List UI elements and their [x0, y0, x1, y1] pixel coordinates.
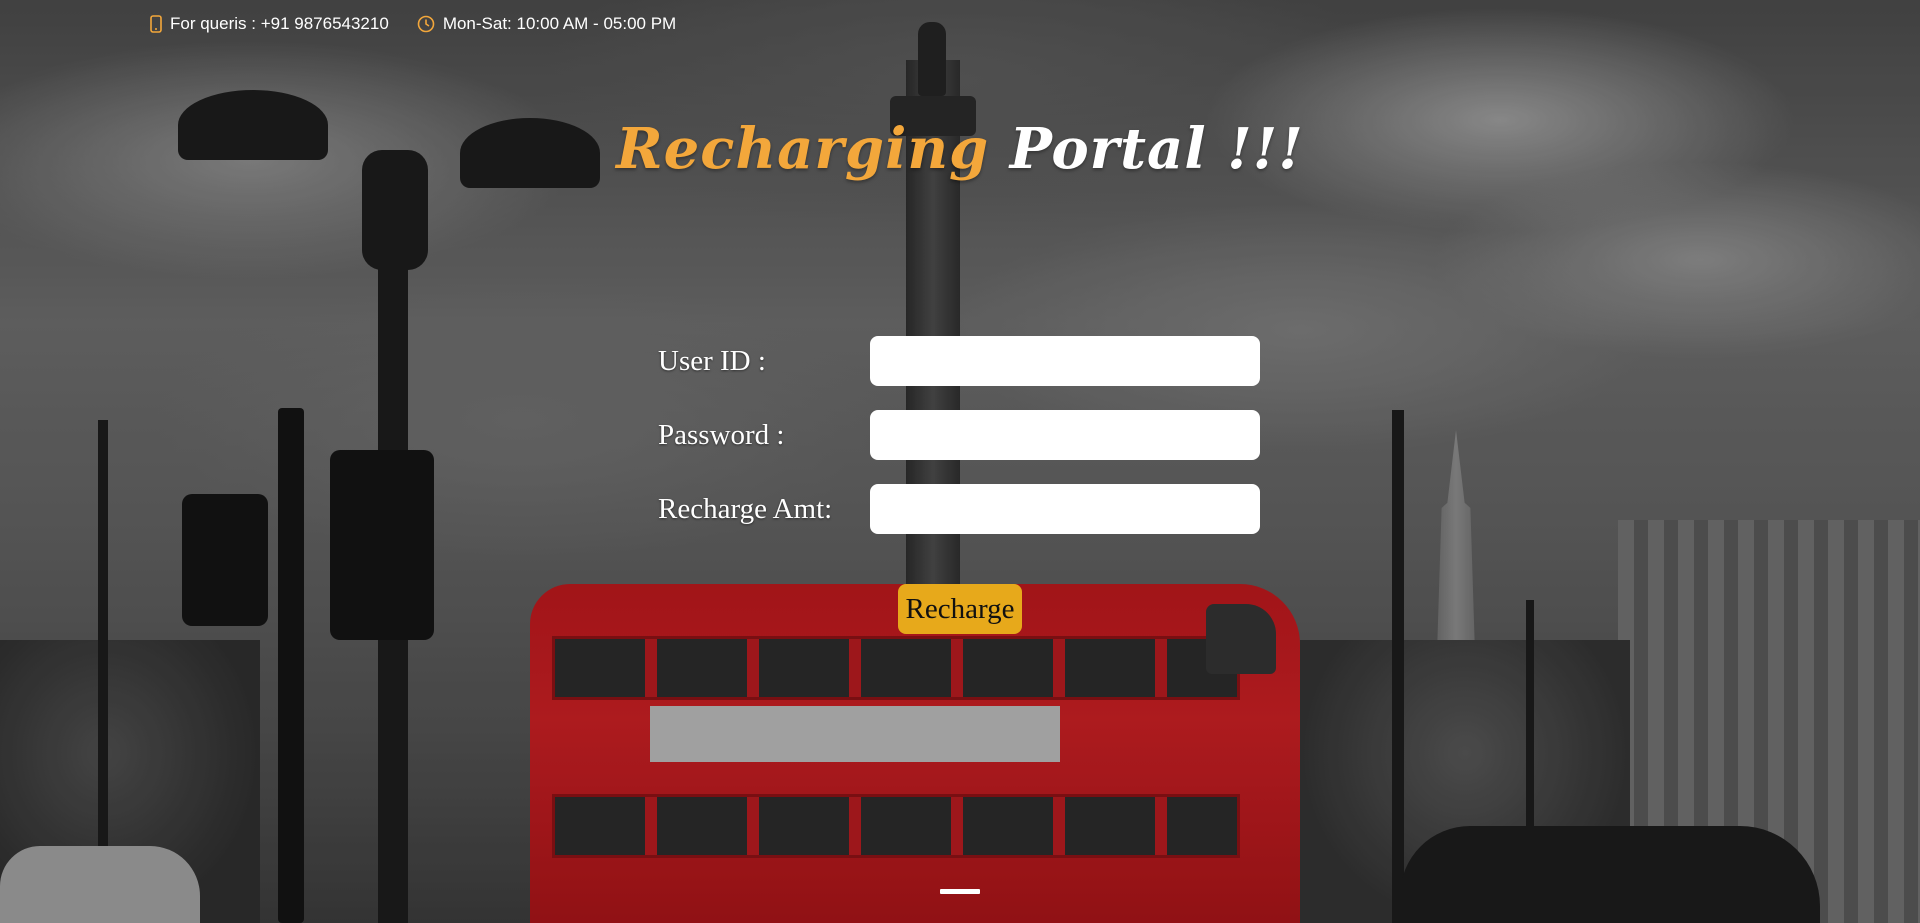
amount-row: Recharge Amt:	[658, 484, 1262, 534]
recharge-amount-label: Recharge Amt:	[658, 492, 833, 525]
hours-text: Mon-Sat: 10:00 AM - 05:00 PM	[442, 14, 677, 33]
title-rest: Portal !!!	[1009, 116, 1304, 182]
title-accent: Recharging	[616, 116, 990, 182]
user-id-input[interactable]	[870, 336, 1260, 386]
working-hours: Mon-Sat: 10:00 AM - 05:00 PM	[417, 14, 676, 34]
password-label: Password :	[658, 418, 785, 451]
page-title: Recharging Portal !!!	[0, 116, 1920, 182]
recharge-amount-input[interactable]	[870, 484, 1260, 534]
phone-contact: For queris : +91 9876543210	[150, 14, 389, 34]
password-row: Password :	[658, 410, 1262, 460]
recharge-button-container: Recharge	[0, 584, 1920, 634]
slide-indicator[interactable]	[940, 889, 980, 894]
clock-icon	[417, 15, 435, 33]
mobile-phone-icon	[150, 15, 162, 33]
recharge-form: User ID : Password : Recharge Amt:	[658, 336, 1262, 558]
user-id-label: User ID :	[658, 344, 766, 377]
contact-bar: For queris : +91 9876543210 Mon-Sat: 10:…	[150, 12, 676, 36]
password-input[interactable]	[870, 410, 1260, 460]
phone-text: For queris : +91 9876543210	[170, 14, 389, 33]
recharge-button[interactable]: Recharge	[897, 584, 1023, 634]
user-id-row: User ID :	[658, 336, 1262, 386]
